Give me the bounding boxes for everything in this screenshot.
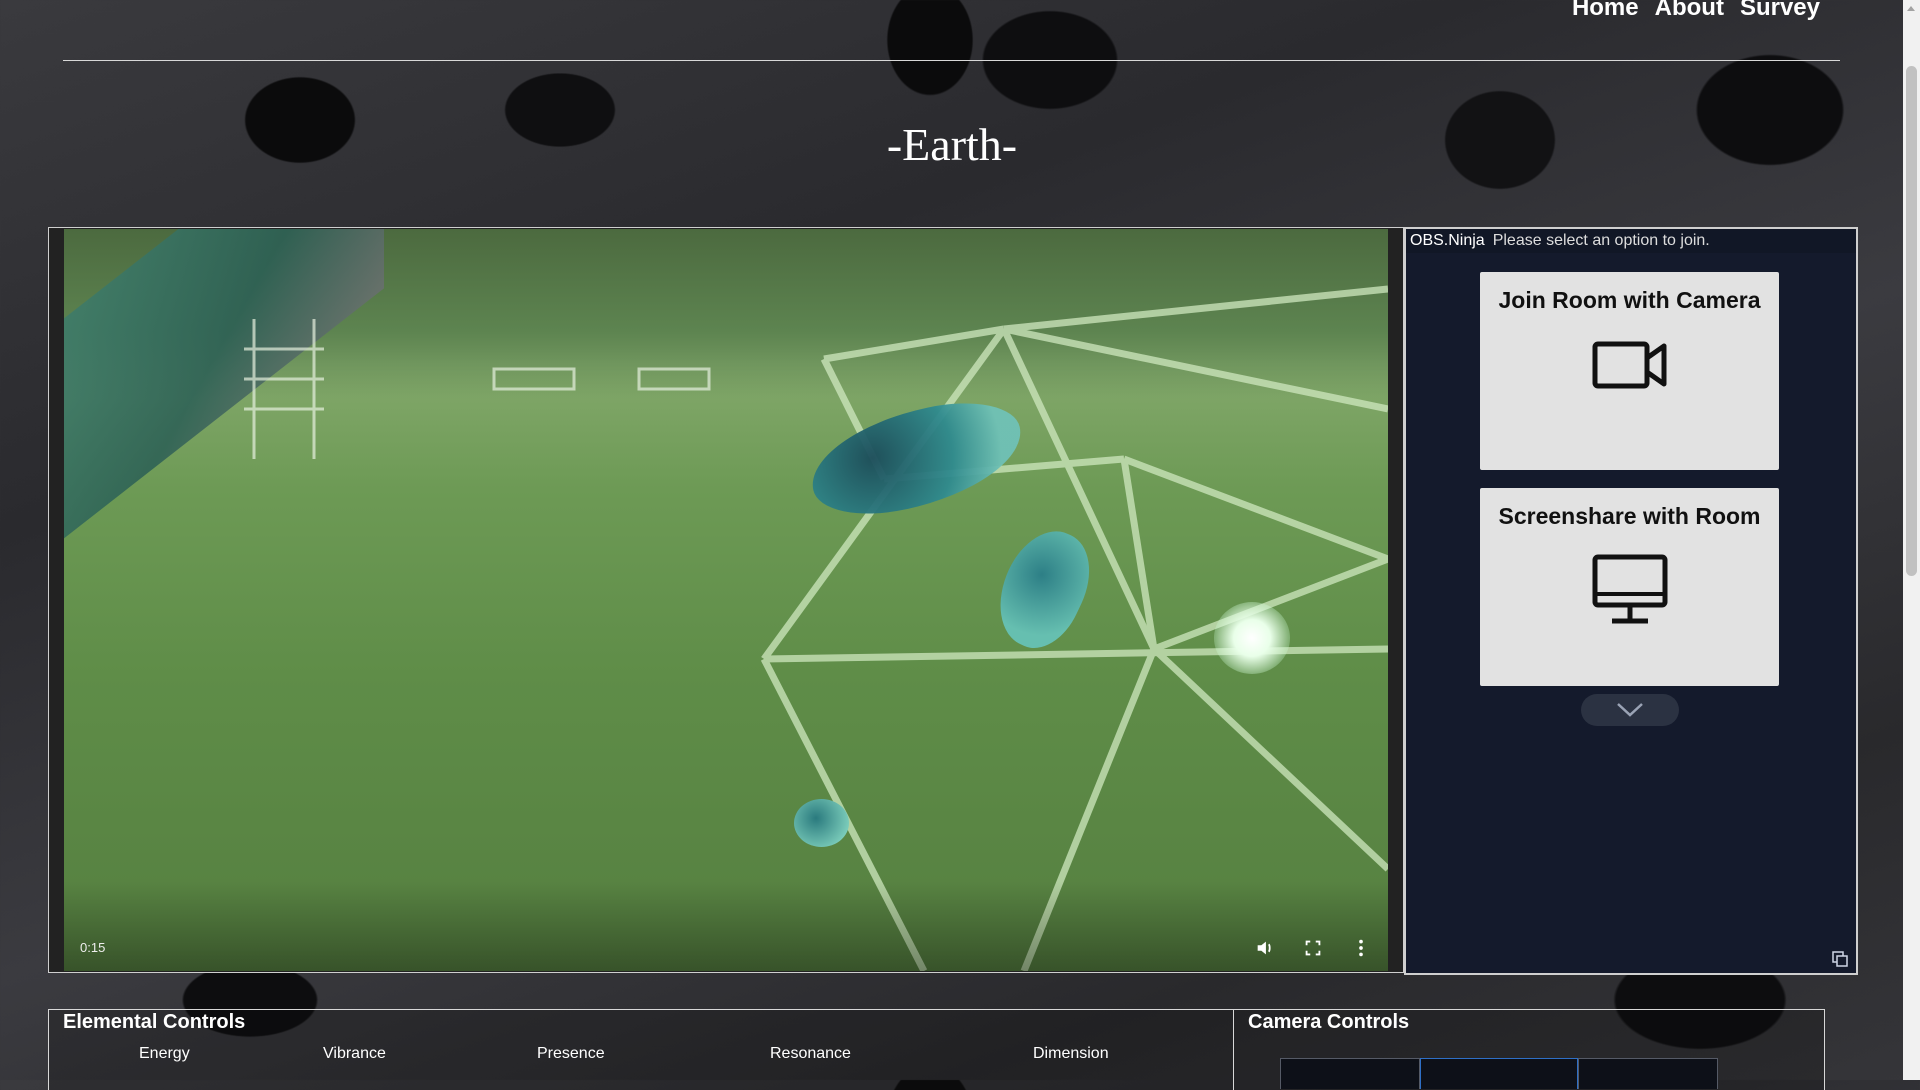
more-options-button[interactable] — [1581, 694, 1679, 726]
monitor-icon — [1592, 554, 1667, 624]
video-scene-light — [1214, 602, 1290, 674]
elemental-controls-title: Elemental Controls — [63, 1011, 246, 1033]
scrollbar-thumb[interactable] — [1906, 66, 1917, 576]
camera-tab[interactable] — [1578, 1058, 1718, 1089]
video-player[interactable]: 0:15 — [64, 229, 1388, 971]
camera-controls-panel: Camera Controls — [1233, 1009, 1825, 1090]
video-scene-dome — [244, 285, 1388, 971]
nav-survey-link[interactable]: Survey — [1740, 0, 1820, 22]
dimension-label: Dimension — [1033, 1045, 1109, 1062]
nav-home-link[interactable]: Home — [1572, 0, 1639, 22]
screenshare-with-room-button[interactable]: Screenshare with Room — [1480, 488, 1779, 686]
video-time: 0:15 — [80, 940, 106, 955]
join-message: Please select an option to join. — [1492, 232, 1710, 249]
energy-label: Energy — [139, 1045, 190, 1062]
video-controls — [1254, 937, 1372, 959]
camera-tab[interactable] — [1280, 1058, 1420, 1089]
fullscreen-icon[interactable] — [1302, 937, 1324, 959]
join-header: OBS.Ninja Please select an option to joi… — [1406, 229, 1856, 253]
volume-icon[interactable] — [1254, 937, 1276, 959]
translate-icon[interactable] — [1832, 951, 1848, 967]
page-title: -Earth- — [886, 119, 1018, 170]
more-vertical-icon[interactable] — [1350, 937, 1372, 959]
camera-tabs — [1280, 1058, 1718, 1089]
chevron-down-icon — [1617, 703, 1643, 717]
screenshare-label: Screenshare with Room — [1498, 503, 1761, 529]
video-scene-blob — [794, 799, 849, 847]
vibrance-label: Vibrance — [323, 1045, 386, 1062]
join-room-with-camera-button[interactable]: Join Room with Camera — [1480, 272, 1779, 470]
join-room-label: Join Room with Camera — [1498, 287, 1761, 313]
main-nav: Home About Survey — [1572, 0, 1820, 22]
nav-about-link[interactable]: About — [1655, 0, 1724, 22]
elemental-controls-panel: Elemental Controls Energy Vibrance Prese… — [48, 1009, 1234, 1090]
presence-label: Presence — [537, 1045, 605, 1062]
video-frame: 0:15 — [48, 227, 1404, 973]
video-camera-icon — [1592, 341, 1666, 389]
camera-controls-title: Camera Controls — [1248, 1011, 1410, 1033]
scroll-up-arrow-icon[interactable] — [1907, 6, 1915, 11]
camera-tab-active[interactable] — [1420, 1058, 1578, 1089]
video-controls-shade — [64, 881, 1388, 971]
brand-label: OBS.Ninja — [1410, 232, 1485, 249]
join-panel: OBS.Ninja Please select an option to joi… — [1404, 227, 1858, 975]
resonance-label: Resonance — [770, 1045, 851, 1062]
nav-divider — [63, 60, 1840, 61]
page-scrollbar[interactable] — [1903, 0, 1920, 1080]
